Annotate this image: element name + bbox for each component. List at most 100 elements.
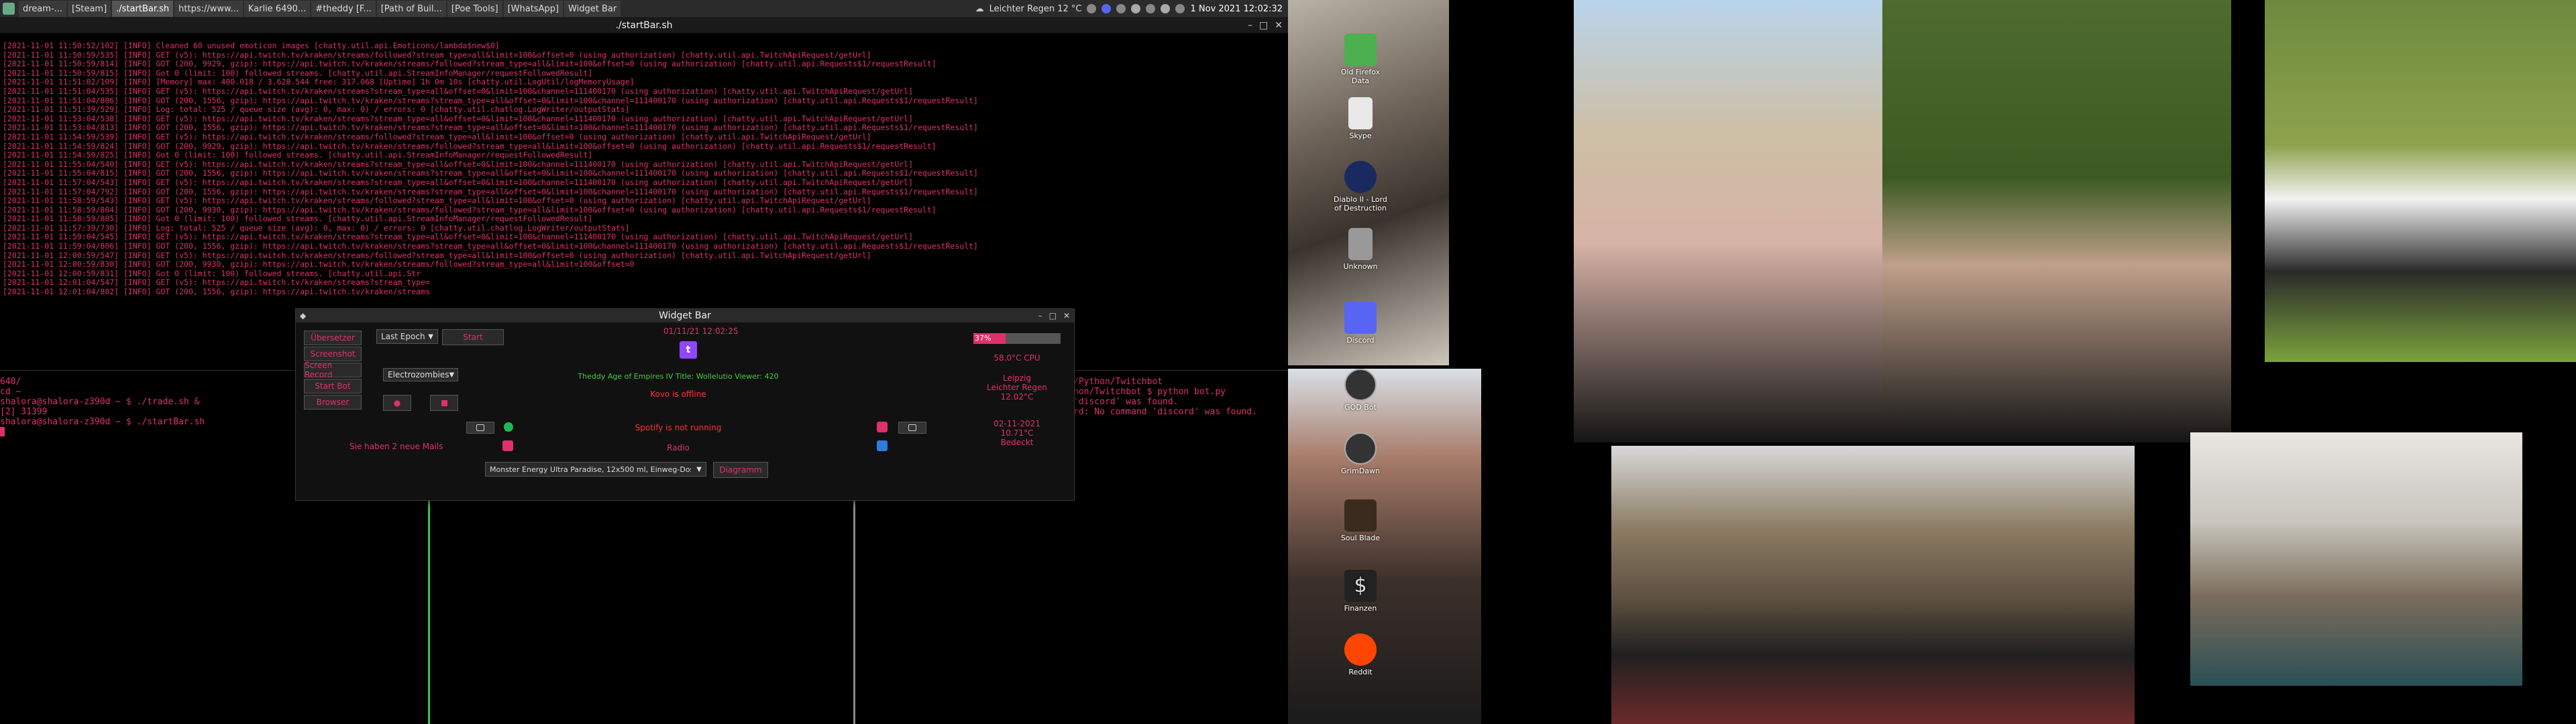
desktop-icon-label: GOD Bot (1344, 403, 1377, 412)
desktop-icon[interactable]: Soul Blade (1334, 499, 1387, 542)
desktop-icon-label: Finanzen (1344, 604, 1377, 613)
toggle-button[interactable] (466, 422, 494, 434)
close-icon[interactable]: ✕ (1063, 311, 1070, 320)
clock[interactable]: 1 Nov 2021 12:02:32 (1190, 4, 1283, 14)
task-6[interactable]: [Path of Buil... (376, 1, 446, 17)
terminal-line: [2021-11-01 11:58:59/543] [INFO] GET (v5… (3, 196, 871, 206)
heart-icon[interactable] (877, 422, 888, 432)
weather-city: Leipzig (1002, 373, 1032, 383)
task-7[interactable]: [Poe Tools] (447, 1, 502, 17)
terminal-line: [2021-11-01 11:59:04/545] [INFO] GET (v5… (3, 232, 914, 242)
task-3[interactable]: https://www... (174, 1, 243, 17)
desktop-icon[interactable]: Reddit (1334, 634, 1387, 676)
product-select[interactable]: Monster Energy Ultra Paradise, 12x500 ml… (485, 462, 706, 477)
epoch-select[interactable]: Last Epoch ▼ (376, 329, 438, 344)
forecast-desc: Bedeckt (1000, 438, 1034, 447)
desktop-icon[interactable]: Old Firefox Data (1334, 34, 1387, 85)
terminal-line: [2021-11-01 11:58:59/805] [INFO] Got 0 (… (3, 214, 593, 224)
epoch-select-value: Last Epoch (381, 332, 425, 341)
desktop-icon[interactable]: GOD Bot (1334, 369, 1387, 412)
document-icon (1348, 228, 1373, 260)
task-1[interactable]: [Steam] (68, 1, 111, 17)
terminal-line: [2021-11-01 12:00:59/830] [INFO] GOT (20… (3, 259, 635, 269)
diagram-button[interactable]: Diagramm (713, 462, 768, 478)
start-button[interactable]: Start (442, 329, 504, 345)
maximize-icon[interactable]: □ (1259, 20, 1268, 31)
terminal-line: [2021-11-01 11:55:04/540] [INFO] GET (v5… (3, 159, 914, 169)
pin-icon[interactable]: ◆ (300, 309, 306, 322)
terminal-line: [2021-11-01 11:51:02/109] [INFO] [Memory… (3, 77, 635, 87)
tray-icon[interactable] (1131, 4, 1141, 13)
task-5[interactable]: #theddy [F... (311, 1, 376, 17)
terminal-line: [2021-11-01 11:51:04/806] [INFO] GOT (20… (3, 95, 978, 105)
cpu-usage-bar: 37% (973, 333, 1061, 344)
chevron-down-icon: ▼ (696, 465, 702, 473)
stop-icon: ● (393, 398, 401, 408)
weather-status[interactable]: Leichter Regen 12 °C (989, 4, 1082, 14)
tray-icon[interactable] (1161, 4, 1171, 13)
twitch-icon[interactable]: t (680, 341, 697, 359)
desktop-icon[interactable]: $ Finanzen (1334, 570, 1387, 613)
close-icon[interactable]: ✕ (1275, 20, 1283, 31)
terminal-line: 'discord' was found. (1073, 397, 1179, 407)
task-8[interactable]: [WhatsApp] (503, 1, 564, 17)
record-button[interactable] (430, 395, 458, 411)
dog-photo (2265, 0, 2576, 362)
tray-icon[interactable] (1146, 4, 1156, 13)
desktop[interactable]: Old Firefox Data Skype Diablo II - Lord … (1288, 0, 2576, 724)
kovo-status: Kovo is offline (650, 389, 706, 399)
minimize-icon[interactable]: – (1038, 311, 1042, 320)
datetime: 01/11/21 12:02:25 (663, 326, 739, 336)
task-2[interactable]: ./startBar.sh (112, 1, 174, 17)
taskbar: dream-... [Steam] ./startBar.sh https://… (0, 0, 1288, 18)
task-4[interactable]: Karlie 6490... (244, 1, 311, 17)
widget-window-controls: – □ ✕ (1038, 309, 1070, 322)
pane-splitter[interactable] (853, 499, 855, 724)
mail-icon[interactable] (502, 440, 513, 451)
stream-info: Theddy Age of Empires IV Title: Wollelut… (578, 372, 779, 381)
screenshot-button[interactable]: Screenshot (304, 347, 362, 361)
spotify-icon[interactable] (504, 422, 513, 432)
browser-button[interactable]: Browser (304, 395, 362, 410)
system-tray: ☁ Leichter Regen 12 °C 1 Nov 2021 12:02:… (975, 4, 1288, 14)
terminal-line: hon/Twitchbot $ python bot.py (1073, 387, 1226, 397)
game-select-value: Electrozombies (388, 370, 449, 379)
screen-record-button[interactable]: Screen Record (304, 361, 362, 379)
cd-icon (1344, 432, 1377, 465)
start-bot-button[interactable]: Start Bot (304, 379, 362, 394)
maximize-icon[interactable]: □ (1049, 311, 1057, 320)
terminal-line: [2021-11-01 11:57:04/543] [INFO] GET (v5… (3, 177, 914, 187)
terminal-line: [2021-11-01 12:00:59/831] [INFO] Got 0 (… (3, 268, 421, 278)
diablo-icon (1344, 161, 1377, 193)
game-select[interactable]: Electrozombies ▼ (383, 368, 458, 381)
game-icon (1344, 499, 1377, 532)
tray-icon[interactable] (1087, 4, 1097, 13)
tray-icon[interactable] (1116, 4, 1126, 13)
toggle-button[interactable] (898, 422, 926, 434)
radio-icon[interactable] (877, 440, 888, 451)
task-9[interactable]: Widget Bar (564, 1, 621, 17)
desktop-icon[interactable]: GrimDawn (1334, 432, 1387, 475)
tray-icon[interactable] (1102, 4, 1112, 13)
terminal-line: [2021-11-01 11:57:39/730] [INFO] Log: to… (3, 223, 630, 233)
tray-icon[interactable] (1175, 4, 1185, 13)
discord-icon (1344, 302, 1377, 334)
terminal-line: [2021-11-01 11:59:04/806] [INFO] GOT (20… (3, 241, 978, 251)
task-0[interactable]: dream-... (19, 1, 67, 17)
cpu-usage-label: 37% (975, 334, 991, 343)
room-photo (2190, 432, 2522, 686)
terminal-line: [2021-11-01 11:53:04/813] [INFO] GOT (20… (3, 123, 978, 133)
chevron-down-icon: ▼ (449, 371, 455, 379)
terminal-line: [2021-11-01 11:50:59/814] [INFO] GOT (20… (3, 59, 936, 69)
desktop-icon[interactable]: Skype (1334, 97, 1387, 140)
minimize-icon[interactable]: – (1248, 20, 1252, 31)
translator-button[interactable]: Übersetzer (304, 330, 362, 345)
terminal-pane-right[interactable]: /Python/Twitchbot hon/Twitchbot $ python … (1073, 377, 1288, 724)
menu-icon[interactable] (3, 3, 15, 15)
product-select-value: Monster Energy Ultra Paradise, 12x500 ml… (490, 465, 691, 474)
stop-button[interactable]: ● (383, 395, 411, 411)
desktop-icon[interactable]: Diablo II - Lord of Destruction (1334, 161, 1387, 213)
desktop-icon[interactable]: Unknown (1334, 228, 1387, 271)
pane-splitter[interactable] (428, 499, 430, 724)
desktop-icon[interactable]: Discord (1334, 302, 1387, 345)
